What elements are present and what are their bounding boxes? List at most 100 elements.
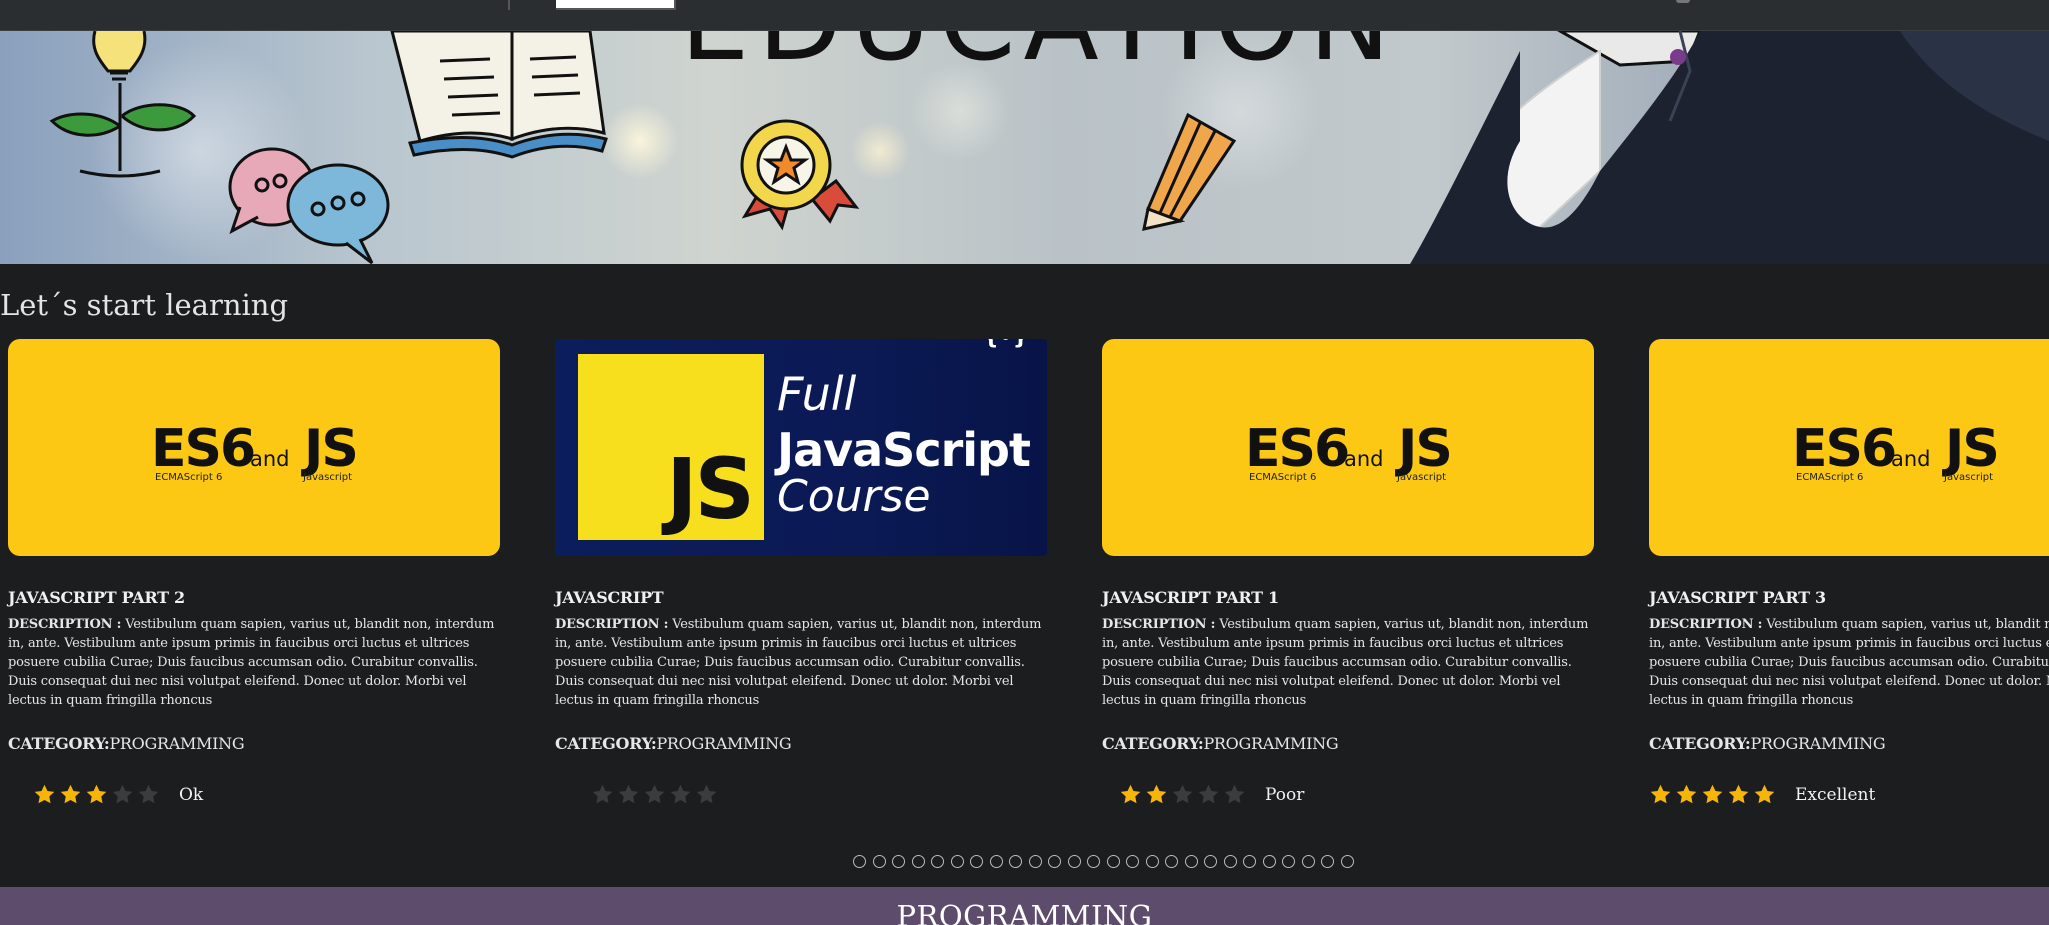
description-label: DESCRIPTION : [555, 617, 669, 632]
star-empty-icon[interactable] [111, 783, 134, 806]
carousel-dot[interactable] [1340, 855, 1354, 868]
carousel-dot[interactable] [1321, 855, 1334, 868]
logo-js-text: JS [1398, 419, 1453, 479]
carousel-dot[interactable] [1243, 855, 1256, 868]
star-empty-icon[interactable] [137, 783, 160, 806]
carousel-dot[interactable] [1087, 855, 1100, 868]
star-empty-icon[interactable] [591, 783, 614, 806]
star-filled-icon[interactable] [59, 783, 82, 806]
carousel-dot[interactable] [1301, 855, 1315, 868]
carousel-dot[interactable] [989, 855, 1003, 868]
star-empty-icon[interactable] [1171, 783, 1194, 806]
course-description: DESCRIPTION : Vestibulum quam sapien, va… [8, 615, 500, 710]
es6-js-logo: ES6 and JS ECMAScript 6 Javascript [8, 339, 500, 556]
star-filled-icon[interactable] [1727, 783, 1750, 806]
star-filled-icon[interactable] [1119, 783, 1142, 806]
star-empty-icon[interactable] [643, 783, 666, 806]
course-card[interactable]: JS Full JavaScript Course {•} JAVASCRIPT… [555, 339, 1047, 753]
star-filled-icon[interactable] [1701, 783, 1724, 806]
course-card[interactable]: ES6 and JS ECMAScript 6 Javascript JAVAS… [1102, 339, 1594, 753]
carousel-dot[interactable] [1009, 855, 1022, 868]
category-section-header[interactable]: PROGRAMMING [0, 887, 2049, 925]
course-title[interactable]: JAVASCRIPT PART 1 [1102, 588, 1594, 607]
course-category: CATEGORY:PROGRAMMING [1649, 734, 2049, 753]
star-rating[interactable] [1649, 783, 1776, 806]
course-thumbnail[interactable]: ES6 and JS ECMAScript 6 Javascript [1649, 339, 2049, 556]
carousel-dot[interactable] [872, 855, 886, 868]
search-button[interactable] [510, 0, 556, 10]
star-rating[interactable] [1119, 783, 1246, 806]
course-category: CATEGORY:PROGRAMMING [8, 734, 500, 753]
carousel-dot[interactable] [892, 855, 905, 868]
category-label: CATEGORY: [1102, 734, 1204, 753]
carousel-pagination[interactable] [853, 855, 1354, 868]
star-rating[interactable] [591, 783, 718, 806]
carousel-dot[interactable] [1165, 855, 1178, 868]
carousel-dot[interactable] [931, 855, 944, 868]
course-rating[interactable]: Excellent [1649, 783, 1875, 806]
course-thumbnail[interactable]: JS Full JavaScript Course {•} [555, 339, 1047, 556]
bulb-plant-icon [49, 31, 197, 178]
user-icon[interactable] [1676, 0, 1690, 3]
logo-es6-sub: ECMAScript 6 [1249, 472, 1317, 483]
course-description: DESCRIPTION : Vestibulum quam sapien, va… [555, 615, 1047, 710]
carousel-dot[interactable] [1145, 855, 1159, 868]
brand-mark-icon: {•} [983, 339, 1028, 350]
logo-js-sub: Javascript [1944, 472, 1993, 483]
course-rating[interactable]: Poor [1119, 783, 1304, 806]
search-box[interactable] [508, 0, 676, 10]
course-thumbnail[interactable]: ES6 and JS ECMAScript 6 Javascript [1102, 339, 1594, 556]
thumb-line-1: Full [777, 367, 857, 421]
medal-icon [740, 119, 860, 231]
logo-es6-text: ES6 [1792, 419, 1897, 479]
star-empty-icon[interactable] [1197, 783, 1220, 806]
carousel-dot[interactable] [911, 855, 925, 868]
star-filled-icon[interactable] [1675, 783, 1698, 806]
logo-es6-sub: ECMAScript 6 [155, 472, 223, 483]
logo-es6-text: ES6 [151, 419, 256, 479]
star-rating[interactable] [33, 783, 160, 806]
course-rating[interactable]: Ok [33, 783, 203, 806]
carousel-dot[interactable] [1262, 855, 1276, 868]
course-title[interactable]: JAVASCRIPT PART 3 [1649, 588, 2049, 607]
course-rating[interactable] [591, 783, 737, 806]
star-empty-icon[interactable] [1223, 783, 1246, 806]
course-card[interactable]: ES6 and JS ECMAScript 6 Javascript JAVAS… [1649, 339, 2049, 753]
category-label: CATEGORY: [1649, 734, 1751, 753]
carousel-dot[interactable] [1204, 855, 1217, 868]
pencil-icon [1142, 112, 1237, 231]
course-category: CATEGORY:PROGRAMMING [555, 734, 1047, 753]
carousel-dot[interactable] [1223, 855, 1237, 868]
hand-illustration [1410, 31, 2049, 264]
course-thumbnail[interactable]: ES6 and JS ECMAScript 6 Javascript [8, 339, 500, 556]
star-filled-icon[interactable] [1649, 783, 1672, 806]
logo-js-text: JS [1945, 419, 2000, 479]
course-title[interactable]: JAVASCRIPT PART 2 [8, 588, 500, 607]
carousel-dot[interactable] [853, 855, 866, 868]
carousel-dot[interactable] [1067, 855, 1081, 868]
carousel-dot[interactable] [1184, 855, 1198, 868]
star-empty-icon[interactable] [695, 783, 718, 806]
course-title[interactable]: JAVASCRIPT [555, 588, 1047, 607]
star-filled-icon[interactable] [85, 783, 108, 806]
carousel-dot[interactable] [1028, 855, 1042, 868]
course-description: DESCRIPTION : Vestibulum quam sapien, va… [1649, 615, 2049, 710]
star-empty-icon[interactable] [617, 783, 640, 806]
thumb-line-2: JavaScript [777, 423, 1031, 477]
course-card[interactable]: ES6 and JS ECMAScript 6 Javascript JAVAS… [8, 339, 500, 753]
category-section-title: PROGRAMMING [896, 899, 1153, 925]
star-empty-icon[interactable] [669, 783, 692, 806]
carousel-dot[interactable] [1106, 855, 1120, 868]
carousel-dot[interactable] [1282, 855, 1295, 868]
hero-heading: EDUCATION [680, 31, 1399, 85]
star-filled-icon[interactable] [1753, 783, 1776, 806]
course-description: DESCRIPTION : Vestibulum quam sapien, va… [1102, 615, 1594, 710]
carousel-dot[interactable] [950, 855, 964, 868]
carousel-dot[interactable] [1048, 855, 1061, 868]
carousel-dot[interactable] [1126, 855, 1139, 868]
category-value: PROGRAMMING [109, 734, 245, 753]
star-filled-icon[interactable] [1145, 783, 1168, 806]
carousel-dot[interactable] [970, 855, 983, 868]
star-filled-icon[interactable] [33, 783, 56, 806]
category-label: CATEGORY: [8, 734, 110, 753]
